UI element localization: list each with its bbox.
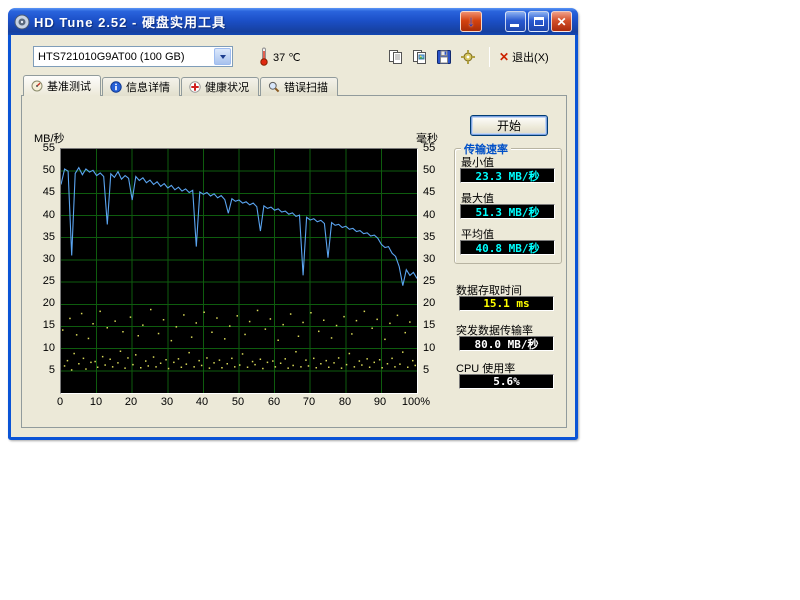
dropdown-arrow-icon[interactable] <box>214 48 231 65</box>
y-tick-label: 5 <box>423 364 429 376</box>
x-axis-ticks: 0102030405060708090100% <box>60 396 418 410</box>
y-tick-label: 25 <box>43 275 55 287</box>
avg-value: 40.8 MB/秒 <box>476 240 540 256</box>
app-icon <box>14 14 30 30</box>
avg-value-box: 40.8 MB/秒 <box>460 240 555 255</box>
exit-button[interactable]: ✕ 退出(X) <box>499 49 549 65</box>
y-tick-label: 20 <box>423 297 435 309</box>
save-icon[interactable] <box>435 48 452 65</box>
access-time-box: 15.1 ms <box>459 296 554 311</box>
temperature-value: 37 ℃ <box>273 51 301 64</box>
y-tick-label: 10 <box>423 342 435 354</box>
cpu-usage-box: 5.6% <box>459 374 554 389</box>
y-tick-label: 35 <box>423 231 435 243</box>
burst-rate-box: 80.0 MB/秒 <box>459 336 554 351</box>
left-axis-ticks: 555045403530252015105 <box>34 148 58 394</box>
y-tick-label: 55 <box>43 142 55 154</box>
x-tick-label: 100% <box>402 396 430 408</box>
hdtune-window: HD Tune 2.52 - 硬盘实用工具 ↓ ✕ HTS721010G9AT0… <box>8 8 578 440</box>
tab-strip: 基准测试 信息详情 <box>23 75 339 96</box>
close-button[interactable]: ✕ <box>551 11 572 32</box>
tab-benchmark-label: 基准测试 <box>47 78 91 94</box>
tab-error-scan-label: 错误扫描 <box>284 79 328 95</box>
benchmark-icon <box>31 80 43 92</box>
max-value-box: 51.3 MB/秒 <box>460 204 555 219</box>
y-tick-label: 35 <box>43 231 55 243</box>
exit-label: 退出(X) <box>512 49 549 65</box>
tab-health-label: 健康状况 <box>205 79 249 95</box>
x-tick-label: 20 <box>125 396 137 408</box>
toolbar: HTS721010G9AT00 (100 GB) 37 ℃ <box>11 35 575 77</box>
y-tick-label: 20 <box>43 297 55 309</box>
access-time-value: 15.1 ms <box>483 297 529 310</box>
y-tick-label: 30 <box>43 253 55 265</box>
y-tick-label: 55 <box>423 142 435 154</box>
caption-buttons: ✕ <box>505 11 572 32</box>
y-tick-label: 25 <box>423 275 435 287</box>
burst-rate-value: 80.0 MB/秒 <box>475 336 539 352</box>
exit-x-icon: ✕ <box>499 50 509 64</box>
max-value: 51.3 MB/秒 <box>476 204 540 220</box>
y-tick-label: 30 <box>423 253 435 265</box>
maximize-button[interactable] <box>528 11 549 32</box>
thermometer-icon <box>259 47 269 66</box>
minimize-button[interactable] <box>505 11 526 32</box>
y-tick-label: 10 <box>43 342 55 354</box>
tab-info[interactable]: 信息详情 <box>102 77 180 96</box>
y-tick-label: 45 <box>423 186 435 198</box>
content-panel: MB/秒 毫秒 555045403530252015105 5550454035… <box>21 95 567 428</box>
min-value: 23.3 MB/秒 <box>476 168 540 184</box>
x-tick-label: 30 <box>161 396 173 408</box>
x-tick-label: 90 <box>374 396 386 408</box>
drive-select[interactable]: HTS721010G9AT00 (100 GB) <box>33 46 233 67</box>
x-tick-label: 50 <box>232 396 244 408</box>
y-tick-label: 50 <box>43 164 55 176</box>
scan-icon <box>268 81 280 93</box>
x-tick-label: 70 <box>303 396 315 408</box>
download-update-button[interactable]: ↓ <box>460 11 482 32</box>
drive-select-value: HTS721010G9AT00 (100 GB) <box>34 51 214 63</box>
plot-area <box>60 148 418 394</box>
copy-text-icon[interactable] <box>387 48 404 65</box>
options-icon[interactable] <box>459 48 476 65</box>
y-tick-label: 40 <box>43 209 55 221</box>
tab-info-label: 信息详情 <box>126 79 170 95</box>
x-tick-label: 40 <box>196 396 208 408</box>
min-value-box: 23.3 MB/秒 <box>460 168 555 183</box>
x-tick-label: 0 <box>57 396 63 408</box>
tab-error-scan[interactable]: 错误扫描 <box>260 77 338 96</box>
y-tick-label: 50 <box>423 164 435 176</box>
transfer-rate-group: 传输速率 最小值 23.3 MB/秒 最大值 51.3 MB/秒 平均值 40.… <box>454 148 562 264</box>
y-tick-label: 15 <box>43 319 55 331</box>
right-axis-ticks: 555045403530252015105 <box>420 148 444 394</box>
benchmark-plot-svg <box>61 149 417 393</box>
window-title: HD Tune 2.52 - 硬盘实用工具 <box>34 12 226 31</box>
start-button[interactable]: 开始 <box>470 115 548 136</box>
toolbar-icons <box>387 48 476 65</box>
cpu-usage-value: 5.6% <box>493 375 520 388</box>
info-icon <box>110 81 122 93</box>
y-tick-label: 45 <box>43 186 55 198</box>
y-tick-label: 15 <box>423 319 435 331</box>
x-tick-label: 80 <box>339 396 351 408</box>
tab-benchmark[interactable]: 基准测试 <box>23 75 101 96</box>
copy-image-icon[interactable] <box>411 48 428 65</box>
x-tick-label: 10 <box>90 396 102 408</box>
health-icon <box>189 81 201 93</box>
desktop-background: HD Tune 2.52 - 硬盘实用工具 ↓ ✕ HTS721010G9AT0… <box>0 0 800 600</box>
titlebar[interactable]: HD Tune 2.52 - 硬盘实用工具 ↓ ✕ <box>8 8 578 35</box>
x-tick-label: 60 <box>268 396 280 408</box>
y-tick-label: 40 <box>423 209 435 221</box>
y-tick-label: 5 <box>49 364 55 376</box>
tab-health[interactable]: 健康状况 <box>181 77 259 96</box>
toolbar-divider <box>489 47 490 67</box>
